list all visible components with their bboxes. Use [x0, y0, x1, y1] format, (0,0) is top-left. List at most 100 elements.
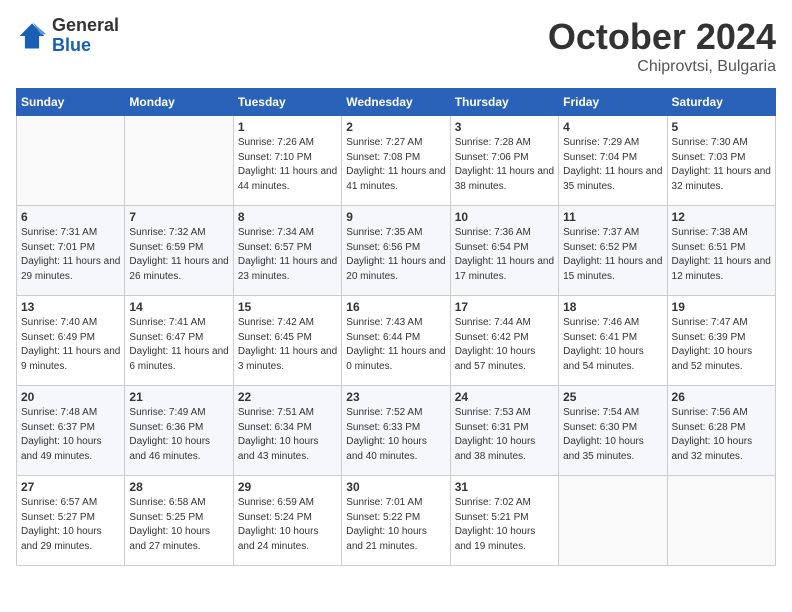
calendar-cell: 1 Sunrise: 7:26 AMSunset: 7:10 PMDaylight…: [233, 116, 341, 206]
calendar-cell: 19Sunrise: 7:47 AMSunset: 6:39 PMDayligh…: [667, 296, 775, 386]
day-info: Sunrise: 7:30 AMSunset: 7:03 PMDaylight:…: [672, 136, 771, 194]
calendar-cell: 16Sunrise: 7:43 AMSunset: 6:44 PMDayligh…: [342, 296, 450, 386]
logo-blue-text: Blue: [52, 36, 119, 56]
calendar-cell: 29 Sunrise: 6:59 AMSunset: 5:24 PMDayligh…: [233, 476, 341, 566]
day-number: 3: [455, 120, 554, 134]
calendar-cell: 26Sunrise: 7:56 AMSunset: 6:28 PMDayligh…: [667, 386, 775, 476]
day-number: 23: [346, 390, 445, 404]
day-info: Sunrise: 6:58 AMSunset: 5:25 PMDaylight:…: [129, 496, 228, 554]
day-info: Sunrise: 7:53 AMSunset: 6:31 PMDaylight:…: [455, 406, 554, 464]
calendar-cell: 12Sunrise: 7:38 AMSunset: 6:51 PMDayligh…: [667, 206, 775, 296]
calendar-cell: 5 Sunrise: 7:30 AMSunset: 7:03 PMDaylight…: [667, 116, 775, 206]
day-number: 7: [129, 210, 228, 224]
calendar-cell: 14 Sunrise: 7:41 AMSunset: 6:47 PMDayligh…: [125, 296, 233, 386]
logo-general-text: General: [52, 16, 119, 36]
calendar-cell: 15Sunrise: 7:42 AMSunset: 6:45 PMDayligh…: [233, 296, 341, 386]
day-number: 5: [672, 120, 771, 134]
day-number: 11: [563, 210, 662, 224]
calendar-cell: 25Sunrise: 7:54 AMSunset: 6:30 PMDayligh…: [559, 386, 667, 476]
calendar-cell: 11Sunrise: 7:37 AMSunset: 6:52 PMDayligh…: [559, 206, 667, 296]
calendar-cell: 23 Sunrise: 7:52 AMSunset: 6:33 PMDayligh…: [342, 386, 450, 476]
calendar-cell: 10Sunrise: 7:36 AMSunset: 6:54 PMDayligh…: [450, 206, 558, 296]
day-number: 18: [563, 300, 662, 314]
day-number: 15: [238, 300, 337, 314]
day-number: 28: [129, 480, 228, 494]
day-number: 9: [346, 210, 445, 224]
calendar-week-2: 6Sunrise: 7:31 AMSunset: 7:01 PMDaylight…: [17, 206, 776, 296]
calendar-cell: 7 Sunrise: 7:32 AMSunset: 6:59 PMDaylight…: [125, 206, 233, 296]
calendar-cell: [667, 476, 775, 566]
weekday-header-monday: Monday: [125, 89, 233, 116]
day-number: 8: [238, 210, 337, 224]
day-number: 21: [129, 390, 228, 404]
weekday-header-tuesday: Tuesday: [233, 89, 341, 116]
day-info: Sunrise: 7:29 AMSunset: 7:04 PMDaylight:…: [563, 136, 662, 194]
day-number: 16: [346, 300, 445, 314]
location: Chiprovtsi, Bulgaria: [548, 58, 776, 76]
calendar-cell: 9Sunrise: 7:35 AMSunset: 6:56 PMDaylight…: [342, 206, 450, 296]
day-info: Sunrise: 7:34 AMSunset: 6:57 PMDaylight:…: [238, 226, 337, 284]
day-info: Sunrise: 7:51 AMSunset: 6:34 PMDaylight:…: [238, 406, 337, 464]
weekday-header-wednesday: Wednesday: [342, 89, 450, 116]
day-info: Sunrise: 7:48 AMSunset: 6:37 PMDaylight:…: [21, 406, 120, 464]
calendar-cell: 28 Sunrise: 6:58 AMSunset: 5:25 PMDayligh…: [125, 476, 233, 566]
day-info: Sunrise: 6:59 AMSunset: 5:24 PMDaylight:…: [238, 496, 337, 554]
day-info: Sunrise: 7:01 AMSunset: 5:22 PMDaylight:…: [346, 496, 445, 554]
day-number: 25: [563, 390, 662, 404]
calendar-cell: 31Sunrise: 7:02 AMSunset: 5:21 PMDayligh…: [450, 476, 558, 566]
calendar-week-4: 20 Sunrise: 7:48 AMSunset: 6:37 PMDayligh…: [17, 386, 776, 476]
day-number: 20: [21, 390, 120, 404]
calendar-body: 1 Sunrise: 7:26 AMSunset: 7:10 PMDaylight…: [17, 116, 776, 566]
day-number: 24: [455, 390, 554, 404]
weekday-header-friday: Friday: [559, 89, 667, 116]
day-info: Sunrise: 7:49 AMSunset: 6:36 PMDaylight:…: [129, 406, 228, 464]
weekday-header-row: SundayMondayTuesdayWednesdayThursdayFrid…: [17, 89, 776, 116]
day-info: Sunrise: 7:27 AMSunset: 7:08 PMDaylight:…: [346, 136, 445, 194]
calendar-cell: 2 Sunrise: 7:27 AMSunset: 7:08 PMDaylight…: [342, 116, 450, 206]
calendar-cell: 4 Sunrise: 7:29 AMSunset: 7:04 PMDaylight…: [559, 116, 667, 206]
title-block: October 2024 Chiprovtsi, Bulgaria: [548, 16, 776, 76]
calendar-cell: [17, 116, 125, 206]
day-info: Sunrise: 7:32 AMSunset: 6:59 PMDaylight:…: [129, 226, 228, 284]
day-number: 29: [238, 480, 337, 494]
logo: General Blue: [16, 16, 119, 56]
calendar-cell: 6Sunrise: 7:31 AMSunset: 7:01 PMDaylight…: [17, 206, 125, 296]
weekday-header-thursday: Thursday: [450, 89, 558, 116]
calendar-cell: [125, 116, 233, 206]
weekday-header-sunday: Sunday: [17, 89, 125, 116]
calendar-cell: 3Sunrise: 7:28 AMSunset: 7:06 PMDaylight…: [450, 116, 558, 206]
calendar-week-5: 27Sunrise: 6:57 AMSunset: 5:27 PMDayligh…: [17, 476, 776, 566]
day-info: Sunrise: 7:26 AMSunset: 7:10 PMDaylight:…: [238, 136, 337, 194]
day-info: Sunrise: 7:31 AMSunset: 7:01 PMDaylight:…: [21, 226, 120, 284]
day-number: 2: [346, 120, 445, 134]
calendar-cell: [559, 476, 667, 566]
calendar-cell: 18 Sunrise: 7:46 AMSunset: 6:41 PMDayligh…: [559, 296, 667, 386]
day-number: 14: [129, 300, 228, 314]
calendar-cell: 13Sunrise: 7:40 AMSunset: 6:49 PMDayligh…: [17, 296, 125, 386]
day-number: 26: [672, 390, 771, 404]
logo-icon: [16, 20, 48, 52]
day-info: Sunrise: 7:36 AMSunset: 6:54 PMDaylight:…: [455, 226, 554, 284]
day-info: Sunrise: 7:02 AMSunset: 5:21 PMDaylight:…: [455, 496, 554, 554]
day-number: 12: [672, 210, 771, 224]
day-number: 1: [238, 120, 337, 134]
month-title: October 2024: [548, 16, 776, 58]
day-number: 30: [346, 480, 445, 494]
day-number: 17: [455, 300, 554, 314]
day-info: Sunrise: 7:46 AMSunset: 6:41 PMDaylight:…: [563, 316, 662, 374]
calendar-cell: 30 Sunrise: 7:01 AMSunset: 5:22 PMDayligh…: [342, 476, 450, 566]
day-info: Sunrise: 7:52 AMSunset: 6:33 PMDaylight:…: [346, 406, 445, 464]
logo-text: General Blue: [52, 16, 119, 56]
day-info: Sunrise: 7:47 AMSunset: 6:39 PMDaylight:…: [672, 316, 771, 374]
calendar-cell: 17 Sunrise: 7:44 AMSunset: 6:42 PMDayligh…: [450, 296, 558, 386]
day-info: Sunrise: 7:44 AMSunset: 6:42 PMDaylight:…: [455, 316, 554, 374]
calendar-header: SundayMondayTuesdayWednesdayThursdayFrid…: [17, 89, 776, 116]
calendar-cell: 20 Sunrise: 7:48 AMSunset: 6:37 PMDayligh…: [17, 386, 125, 476]
calendar-cell: 21 Sunrise: 7:49 AMSunset: 6:36 PMDayligh…: [125, 386, 233, 476]
day-number: 4: [563, 120, 662, 134]
calendar-table: SundayMondayTuesdayWednesdayThursdayFrid…: [16, 88, 776, 566]
day-info: Sunrise: 7:41 AMSunset: 6:47 PMDaylight:…: [129, 316, 228, 374]
calendar-cell: 24 Sunrise: 7:53 AMSunset: 6:31 PMDayligh…: [450, 386, 558, 476]
day-info: Sunrise: 7:40 AMSunset: 6:49 PMDaylight:…: [21, 316, 120, 374]
calendar-cell: 27Sunrise: 6:57 AMSunset: 5:27 PMDayligh…: [17, 476, 125, 566]
